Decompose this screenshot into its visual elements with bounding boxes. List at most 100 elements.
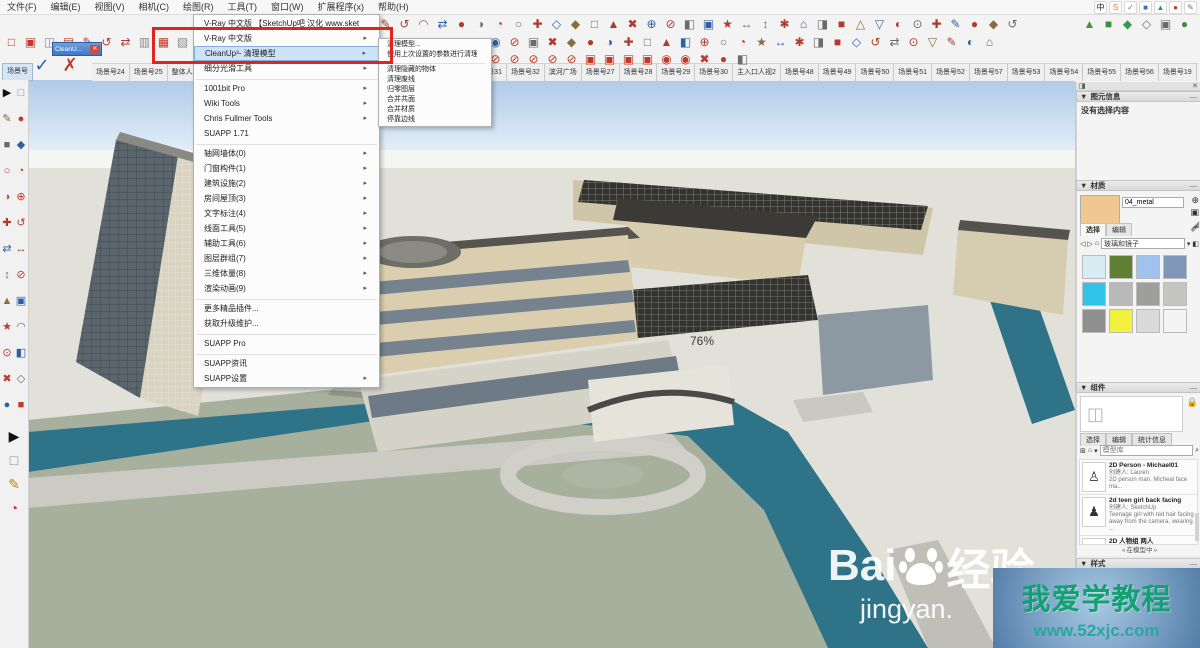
sandbox-tool-icon[interactable]: ● <box>1177 16 1192 32</box>
draw-tool-icon[interactable]: □ <box>15 80 28 106</box>
sandbox-tool-icon[interactable]: ■ <box>1101 16 1116 32</box>
toolbar-icon[interactable]: ■ <box>834 16 849 32</box>
sandbox-tool-icon[interactable]: ▲ <box>1082 16 1097 32</box>
toolbar-icon[interactable]: ■ <box>830 34 845 50</box>
scene-tab[interactable]: 场景号52 <box>932 64 970 81</box>
toolbar-icon[interactable]: ○ <box>511 16 526 32</box>
extensions-menu-item[interactable]: SUAPP Pro ▸ <box>194 336 379 351</box>
components-header[interactable]: ▼ 组件 — <box>1076 382 1200 393</box>
extensions-menu-item[interactable]: 房间屋顶(3) ▸ <box>194 191 379 206</box>
material-swatch[interactable] <box>1082 255 1106 279</box>
draw-tool-icon[interactable]: ↺ <box>15 210 28 236</box>
toolbar-icon[interactable]: ↺ <box>868 34 883 50</box>
draw-tool-icon[interactable]: ◑ <box>1 184 14 210</box>
select-tool-icon[interactable]: ◔ <box>3 496 25 520</box>
draw-tool-icon[interactable]: ◇ <box>15 366 28 392</box>
draw-tool-icon[interactable]: ▶ <box>1 80 14 106</box>
toolbar-icon[interactable]: ↕ <box>758 16 773 32</box>
file-tool-icon[interactable]: ▥ <box>137 34 152 50</box>
toolbar-icon[interactable]: ⊘ <box>507 34 522 50</box>
draw-tool-icon[interactable]: ⊕ <box>15 184 28 210</box>
toolbar-icon[interactable]: ✚ <box>530 16 545 32</box>
select-tool-icon[interactable]: □ <box>3 448 25 472</box>
extensions-menu-item[interactable]: 建筑设施(2) ▸ <box>194 176 379 191</box>
material-name-field[interactable] <box>1122 197 1184 208</box>
extensions-menu-item[interactable]: 文字标注(4) ▸ <box>194 206 379 221</box>
draw-tool-icon[interactable]: ↕ <box>1 262 14 288</box>
toolbar-icon[interactable]: □ <box>640 34 655 50</box>
draw-tool-icon[interactable]: ✖ <box>1 366 14 392</box>
cleanup-submenu-item[interactable]: 使用上次设置的参数进行清理 ▸ <box>379 50 491 60</box>
draw-tool-icon[interactable]: ▣ <box>15 288 28 314</box>
cleanup-submenu-item[interactable]: 合并共面 ▸ <box>379 95 491 105</box>
draw-tool-icon[interactable]: ■ <box>15 392 28 418</box>
extensions-menu-item[interactable]: 门窗构件(1) ▸ <box>194 161 379 176</box>
toolbar-icon[interactable]: ◆ <box>986 16 1001 32</box>
toolbar-icon[interactable]: ⌂ <box>982 34 997 50</box>
toolbar-icon[interactable]: ▣ <box>526 34 541 50</box>
eyedropper-icon[interactable]: ✐ <box>1190 224 1198 235</box>
toolbar-icon[interactable]: ◇ <box>849 34 864 50</box>
toolbar-icon[interactable]: ▣ <box>701 16 716 32</box>
draw-tool-icon[interactable]: ◠ <box>15 314 28 340</box>
toolbar-icon[interactable]: ↺ <box>1005 16 1020 32</box>
cleanup-submenu-item[interactable]: 清理隐藏的物体 ▸ <box>379 65 491 75</box>
scene-tab[interactable]: 场景号51 <box>894 64 932 81</box>
sandbox-tool-icon[interactable]: ◇ <box>1139 16 1154 32</box>
menu-bar-item[interactable]: 帮助(H) <box>371 0 416 14</box>
sandbox-tool-icon[interactable]: ▣ <box>1158 16 1173 32</box>
scene-tab[interactable]: 场景号25 <box>130 64 168 81</box>
file-tool-icon[interactable]: ▦ <box>156 34 171 50</box>
draw-tool-icon[interactable]: ◆ <box>15 132 28 158</box>
toolbar-icon[interactable]: ✎ <box>378 16 393 32</box>
toolbar-icon[interactable]: ▣ <box>602 51 617 67</box>
toolbar-icon[interactable]: ◨ <box>811 34 826 50</box>
draw-tool-icon[interactable]: ■ <box>1 132 14 158</box>
toolbar-icon[interactable]: ▣ <box>583 51 598 67</box>
material-swatch[interactable] <box>1136 255 1160 279</box>
draw-tool-icon[interactable]: ● <box>15 106 28 132</box>
toolbar-icon[interactable]: ◐ <box>891 16 906 32</box>
page-forward-icon[interactable]: ▹ <box>1154 547 1157 554</box>
collection-dropdown[interactable]: 玻璃和镜子 <box>1101 238 1185 249</box>
scene-tab-active[interactable]: 场景号 <box>2 63 33 81</box>
toolbar-icon[interactable]: ★ <box>754 34 769 50</box>
toolbar-icon[interactable]: ✖ <box>545 34 560 50</box>
component-list-item[interactable]: ♟ 2d teen girl back facing 创建人: SketchUp… <box>1080 495 1197 536</box>
toolbar-icon[interactable]: ◔ <box>492 16 507 32</box>
toolbar-icon[interactable]: ▽ <box>925 34 940 50</box>
extensions-menu-item[interactable]: 获取升级维护... ▸ <box>194 316 379 331</box>
cleanup-submenu-item[interactable]: 合并材质 ▸ <box>379 105 491 115</box>
toolbar-icon[interactable]: ⊕ <box>644 16 659 32</box>
component-scrollbar[interactable] <box>1195 513 1199 541</box>
home-icon[interactable]: ⌂ <box>1088 447 1092 454</box>
entity-info-header[interactable]: ▼ 图元信息 — <box>1076 91 1200 102</box>
material-swatch[interactable] <box>1109 255 1133 279</box>
menu-bar-item[interactable]: 视图(V) <box>88 0 132 14</box>
tab-edit[interactable]: 编辑 <box>1106 223 1132 236</box>
scene-tab[interactable]: 场景号53 <box>1008 64 1046 81</box>
toolbar-icon[interactable]: ★ <box>720 16 735 32</box>
draw-tool-icon[interactable]: ✚ <box>1 210 14 236</box>
extensions-menu-item[interactable]: V-Ray 中文版 【SketchUp吧 汉化 www.sketchupbar.… <box>194 16 379 31</box>
tray-icon[interactable]: ✎ <box>1184 1 1197 14</box>
menu-bar-item[interactable]: 工具(T) <box>221 0 265 14</box>
toolbar-icon[interactable]: ○ <box>716 34 731 50</box>
toolbar-icon[interactable]: ▲ <box>606 16 621 32</box>
scene-tab[interactable]: 场景号21 <box>1197 64 1198 81</box>
scene-tab[interactable]: 场景号49 <box>819 64 857 81</box>
extensions-menu-item[interactable]: 更多精品插件... ▸ <box>194 301 379 316</box>
extensions-menu-item[interactable]: 三维体量(8) ▸ <box>194 266 379 281</box>
toolbar-icon[interactable]: ● <box>716 51 731 67</box>
draw-tool-icon[interactable]: ★ <box>1 314 14 340</box>
extensions-menu-item[interactable]: 渲染动画(9) ▸ <box>194 281 379 296</box>
file-tool-icon[interactable]: ▣ <box>23 34 38 50</box>
tray-icon[interactable]: 中 <box>1094 1 1107 14</box>
search-icon[interactable]: ⌕ <box>1195 447 1199 455</box>
toolbar-icon[interactable]: ✖ <box>697 51 712 67</box>
toolbar-icon[interactable]: ● <box>454 16 469 32</box>
component-search-input[interactable] <box>1100 445 1193 456</box>
toolbar-icon[interactable]: ◉ <box>678 51 693 67</box>
toolbar-icon[interactable]: ◧ <box>682 16 697 32</box>
collapse-icon[interactable]: — <box>1190 181 1198 190</box>
